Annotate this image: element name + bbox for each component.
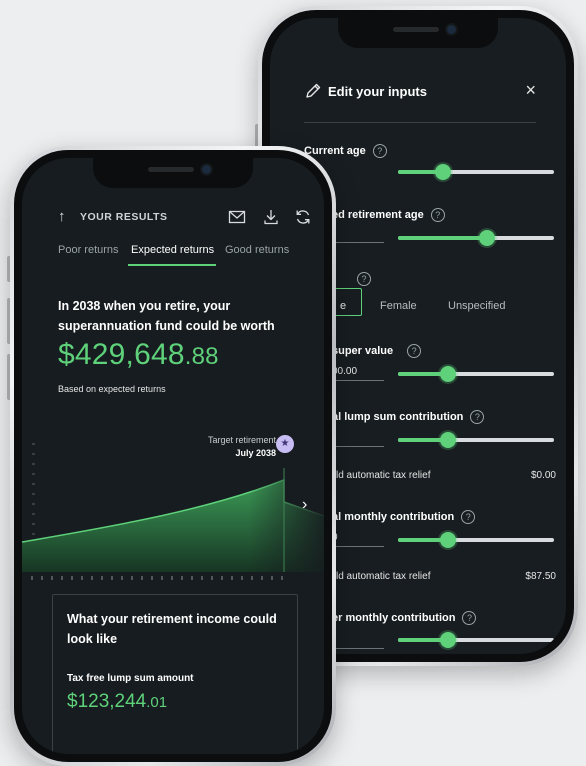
retirement-age-slider[interactable] [398, 230, 554, 246]
current-age-label: Current age [304, 144, 366, 157]
download-icon[interactable] [262, 208, 280, 226]
employer-input[interactable] [332, 648, 384, 649]
tab-expected-returns[interactable]: Expected returns [131, 244, 214, 256]
gender-field: ? [350, 272, 371, 286]
monthly-relief-label: ld automatic tax relief [336, 571, 431, 582]
target-label-text: Target retirement [207, 435, 276, 445]
slider-thumb[interactable] [439, 432, 456, 448]
slider-thumb[interactable] [439, 532, 456, 548]
returns-tabs: Poor returns Expected returns Good retur… [58, 240, 304, 266]
results-header: ↑ YOUR RESULTS [58, 208, 310, 232]
super-value-slider[interactable] [398, 366, 554, 382]
projection-chart [22, 432, 324, 582]
arrow-up-icon[interactable]: ↑ [58, 208, 66, 225]
amount-cents: .88 [184, 343, 219, 370]
projected-amount: $429,648.88 [58, 338, 219, 372]
current-age-slider[interactable] [398, 164, 554, 180]
help-icon[interactable]: ? [461, 510, 476, 524]
current-age-field: Current age? [304, 144, 387, 158]
results-title: YOUR RESULTS [80, 211, 168, 223]
notch [93, 158, 253, 188]
lump-sum-slider[interactable] [398, 432, 554, 448]
target-retirement-label: Target retirement July 2038 [208, 434, 276, 460]
slider-thumb[interactable] [439, 366, 456, 382]
star-icon[interactable]: ★ [276, 435, 294, 453]
results-screen: ↑ YOUR RESULTS Poor returns Expected ret… [22, 158, 324, 754]
refresh-icon[interactable] [294, 208, 312, 226]
employer-field: er monthly contribution? [332, 611, 477, 625]
help-icon[interactable]: ? [407, 344, 422, 358]
tab-good-returns[interactable]: Good returns [225, 244, 289, 256]
lump-sum-label: al lump sum contribution [332, 410, 464, 423]
lump-sum-input[interactable] [332, 446, 384, 447]
results-headline: In 2038 when you retire, your superannua… [58, 299, 275, 333]
pencil-icon [306, 83, 321, 98]
lump-sum-amount: $123,244.01 [67, 691, 167, 713]
edit-inputs-header: Edit your inputs × [304, 80, 536, 110]
gender-option-selected[interactable] [332, 288, 362, 316]
gender-option-unspecified[interactable]: Unspecified [448, 300, 505, 312]
help-icon[interactable]: ? [430, 208, 445, 222]
header-divider [304, 122, 536, 123]
slider-thumb[interactable] [439, 632, 456, 648]
super-value-label: super value [332, 344, 394, 357]
employer-slider[interactable] [398, 632, 554, 648]
edit-inputs-title: Edit your inputs [328, 84, 427, 99]
monthly-slider[interactable] [398, 532, 554, 548]
lump-sum-field: al lump sum contribution? [332, 410, 485, 424]
lump-sum-label: Tax free lump sum amount [67, 673, 194, 684]
amount-dollars: $429,648 [58, 338, 185, 371]
retirement-age-field: ed retirement age? [332, 208, 445, 222]
retirement-age-input[interactable] [332, 242, 384, 243]
employer-label: er monthly contribution [332, 611, 456, 624]
active-tab-indicator [128, 264, 216, 266]
retirement-age-label: ed retirement age [332, 208, 424, 221]
help-icon[interactable]: ? [462, 611, 477, 625]
slider-thumb[interactable] [478, 230, 495, 246]
monthly-underline [332, 546, 384, 547]
close-icon[interactable]: × [525, 80, 536, 101]
lump-relief-value: $0.00 [530, 470, 556, 481]
phone-results: ↑ YOUR RESULTS Poor returns Expected ret… [7, 146, 336, 766]
lump-relief-label: ld automatic tax relief [336, 470, 431, 481]
target-date: July 2038 [235, 448, 276, 458]
notch [338, 18, 498, 48]
super-value-underline [332, 380, 384, 381]
monthly-field: al monthly contribution? [332, 510, 476, 524]
super-value-field: super value? [332, 344, 422, 358]
help-icon[interactable]: ? [470, 410, 485, 424]
slider-thumb[interactable] [435, 164, 452, 180]
gender-option-female[interactable]: Female [380, 300, 417, 312]
help-icon[interactable]: ? [357, 272, 371, 286]
monthly-relief-value: $87.50 [525, 571, 556, 582]
retirement-income-card: What your retirement income could look l… [52, 594, 298, 754]
gender-option-male[interactable]: e [340, 300, 346, 312]
help-icon[interactable]: ? [372, 144, 387, 158]
income-card-title: What your retirement income could look l… [67, 612, 277, 646]
email-icon[interactable] [228, 208, 246, 226]
chevron-right-icon[interactable]: › [302, 496, 307, 514]
tab-poor-returns[interactable]: Poor returns [58, 244, 119, 256]
monthly-label: al monthly contribution [332, 510, 455, 523]
amount-caption: Based on expected returns [58, 384, 166, 394]
lump-sum-dollars: $123,244 [67, 691, 147, 712]
lump-sum-cents: .01 [146, 694, 168, 711]
